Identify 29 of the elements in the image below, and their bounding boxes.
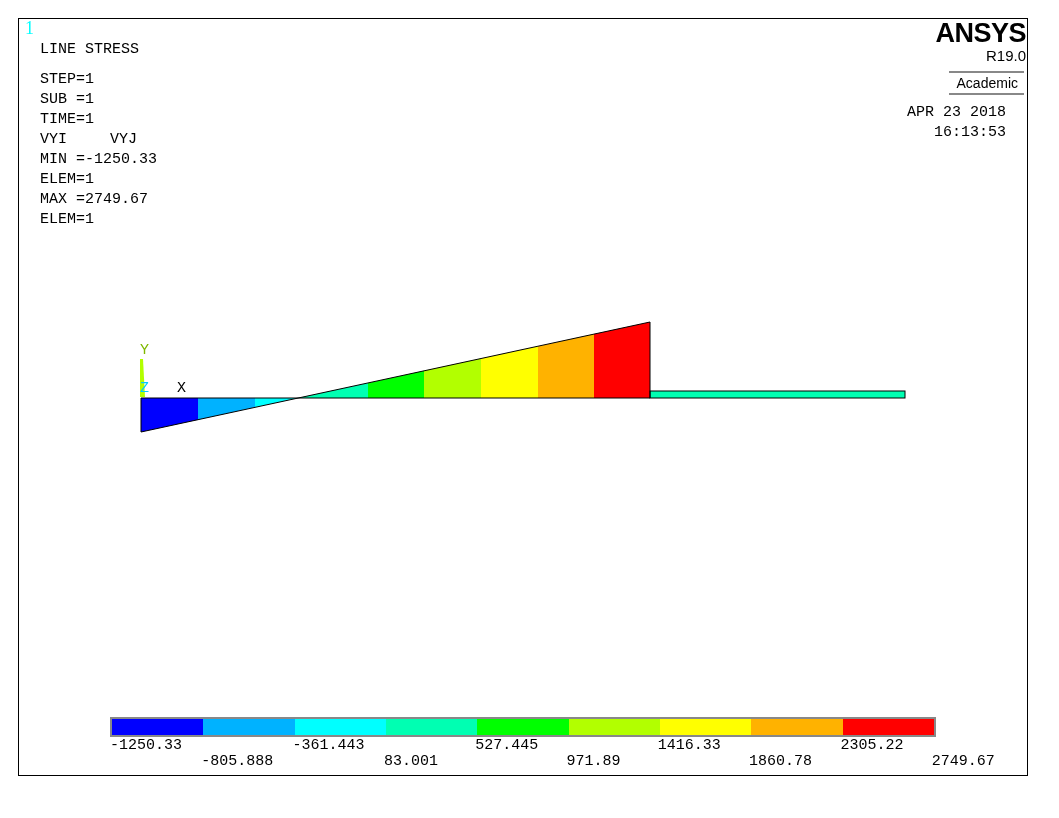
- extreme-line: MIN =-1250.33: [40, 150, 158, 170]
- axis-label: X: [177, 380, 186, 397]
- time-label: 16:13:53: [934, 123, 1006, 143]
- legend-value: 1860.78: [749, 754, 813, 770]
- legend-value: 1416.33: [657, 738, 721, 754]
- legend-value: 971.89: [566, 754, 621, 770]
- component-label: VYJ: [110, 130, 138, 150]
- legend-value: -361.443: [292, 738, 365, 754]
- axis-label: Z: [140, 380, 149, 397]
- window-number: 1: [25, 19, 34, 37]
- plot-title: LINE STRESS: [40, 40, 140, 60]
- legend-value: -805.888: [201, 754, 274, 770]
- date-label: APR 23 2018: [906, 103, 1006, 123]
- brand-logo: ANSYS: [935, 19, 1026, 47]
- extreme-line: ELEM=1: [40, 210, 94, 230]
- extreme-line: ELEM=1: [40, 170, 94, 190]
- legend-value: -1250.33: [110, 738, 182, 754]
- version-label: R19.0: [985, 47, 1026, 64]
- axis-label: Y: [140, 342, 149, 359]
- info-line: STEP=1: [40, 70, 94, 90]
- component-label: VYI: [40, 130, 67, 150]
- legend-value: 2305.22: [840, 738, 904, 754]
- legend-value: 83.001: [383, 754, 438, 770]
- legend-value: 2749.67: [931, 754, 995, 770]
- edition-label: Academic: [948, 71, 1024, 95]
- info-line: SUB =1: [40, 90, 94, 110]
- extreme-line: MAX =2749.67: [40, 190, 149, 210]
- info-line: TIME=1: [40, 110, 94, 130]
- legend-value: 527.445: [475, 738, 539, 754]
